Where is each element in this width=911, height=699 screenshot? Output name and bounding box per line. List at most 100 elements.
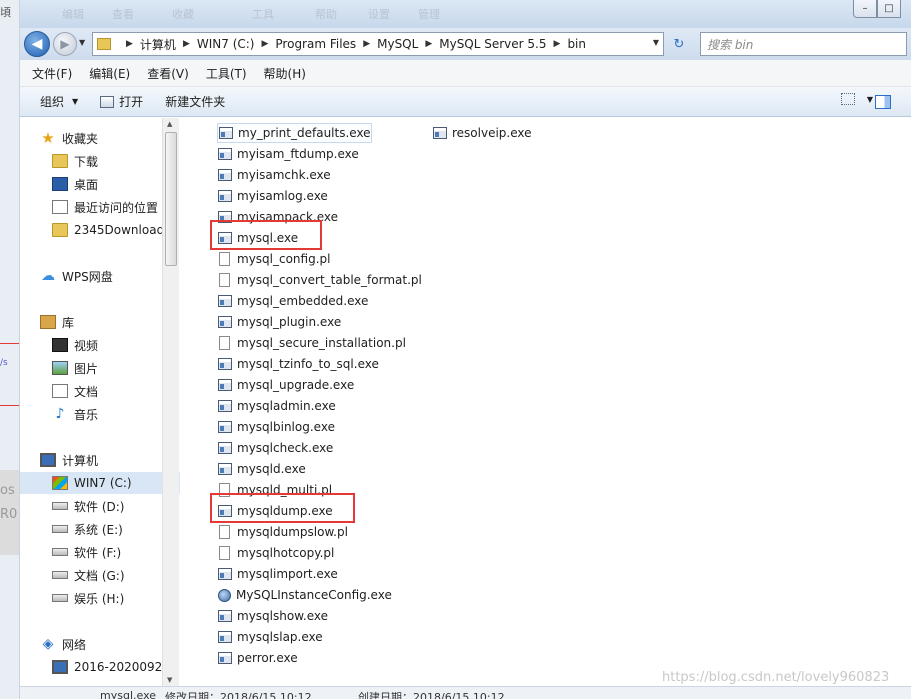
- scroll-up-icon[interactable]: ▲: [167, 120, 172, 128]
- breadcrumb-bin[interactable]: bin: [567, 37, 586, 51]
- minimize-button[interactable]: –: [853, 0, 877, 18]
- history-dropdown-icon[interactable]: ▼: [79, 38, 85, 47]
- nav-label: 桌面: [74, 177, 99, 192]
- nav-item-drive-g[interactable]: 文档 (G:): [20, 564, 180, 586]
- breadcrumb-mysql[interactable]: MySQL: [377, 37, 418, 51]
- nav-item-pictures[interactable]: 图片: [20, 357, 180, 379]
- application-icon: [433, 127, 447, 139]
- nav-item-music[interactable]: ♪ 音乐: [20, 403, 180, 425]
- file-item[interactable]: mysqlimport.exe: [217, 564, 338, 584]
- nav-label: WIN7 (C:): [74, 476, 132, 490]
- preview-pane-icon[interactable]: [875, 95, 891, 109]
- nav-item-documents[interactable]: 文档: [20, 380, 180, 402]
- nav-item-desktop[interactable]: 桌面: [20, 173, 180, 195]
- file-item[interactable]: mysqlhotcopy.pl: [217, 543, 334, 563]
- breadcrumb-separator-icon[interactable]: ▶: [363, 39, 370, 49]
- change-view-button[interactable]: ▼: [840, 93, 873, 105]
- menu-tools[interactable]: 工具(T): [206, 65, 247, 82]
- nav-item-2345downloads[interactable]: 2345Downloads: [20, 219, 180, 241]
- nav-item-drive-h[interactable]: 娱乐 (H:): [20, 587, 180, 609]
- menu-help[interactable]: 帮助(H): [264, 65, 306, 82]
- open-button[interactable]: 打开: [100, 93, 143, 110]
- new-folder-button[interactable]: 新建文件夹: [165, 93, 225, 110]
- breadcrumb-separator-icon[interactable]: ▶: [261, 39, 268, 49]
- file-item[interactable]: myisamchk.exe: [217, 165, 331, 185]
- maximize-button[interactable]: □: [877, 0, 901, 18]
- nav-item-network-pc[interactable]: 2016-20200924: [20, 656, 180, 678]
- search-input[interactable]: 搜索 bin: [700, 32, 907, 56]
- file-name: mysqlslap.exe: [237, 630, 323, 644]
- file-list: my_print_defaults.exe myisam_ftdump.exemy…: [180, 118, 911, 686]
- breadcrumb-program-files[interactable]: Program Files: [275, 37, 356, 51]
- nav-item-recent[interactable]: 最近访问的位置: [20, 196, 180, 218]
- file-item[interactable]: perror.exe: [217, 648, 298, 668]
- windows-drive-icon: [52, 476, 68, 490]
- recent-places-icon: [52, 200, 68, 214]
- organize-button[interactable]: 组织 ▼: [40, 93, 78, 110]
- nav-network[interactable]: ◈ 网络: [20, 633, 180, 655]
- file-item[interactable]: mysql_config.pl: [217, 249, 330, 269]
- breadcrumb-separator-icon[interactable]: ▶: [554, 39, 561, 49]
- file-item[interactable]: myisamlog.exe: [217, 186, 328, 206]
- file-item[interactable]: mysql_embedded.exe: [217, 291, 368, 311]
- file-item[interactable]: mysqlshow.exe: [217, 606, 328, 626]
- file-item[interactable]: mysqldumpslow.pl: [217, 522, 348, 542]
- file-item[interactable]: MySQLInstanceConfig.exe: [217, 585, 392, 605]
- file-item[interactable]: mysql_secure_installation.pl: [217, 333, 406, 353]
- file-item[interactable]: my_print_defaults.exe: [217, 123, 372, 143]
- nav-scrollbar[interactable]: ▲ ▼: [162, 118, 179, 686]
- nav-libraries[interactable]: 库: [20, 311, 180, 333]
- file-item[interactable]: mysql_upgrade.exe: [217, 375, 354, 395]
- file-name: mysqldumpslow.pl: [237, 525, 348, 539]
- application-icon: [218, 295, 232, 307]
- forward-button[interactable]: ▶: [53, 32, 77, 56]
- nav-label: 娱乐 (H:): [74, 591, 125, 606]
- nav-computer[interactable]: 计算机: [20, 449, 180, 471]
- scrollbar-thumb[interactable]: [165, 132, 177, 266]
- scroll-down-icon[interactable]: ▼: [167, 676, 172, 684]
- script-file-icon: [219, 546, 230, 560]
- file-name: MySQLInstanceConfig.exe: [236, 588, 392, 602]
- file-item[interactable]: mysql_tzinfo_to_sql.exe: [217, 354, 379, 374]
- breadcrumb-separator-icon[interactable]: ▶: [183, 39, 190, 49]
- titlebar-ghost-label: 工具: [252, 8, 274, 21]
- music-icon: ♪: [55, 406, 65, 422]
- nav-item-drive-f[interactable]: 软件 (F:): [20, 541, 180, 563]
- file-item[interactable]: myisam_ftdump.exe: [217, 144, 359, 164]
- nav-label: 软件 (D:): [74, 499, 125, 514]
- nav-wps[interactable]: ☁ WPS网盘: [20, 265, 180, 287]
- menu-edit[interactable]: 编辑(E): [89, 65, 130, 82]
- file-name: mysql_convert_table_format.pl: [237, 273, 422, 287]
- menu-file[interactable]: 文件(F): [32, 65, 72, 82]
- nav-label: 计算机: [62, 453, 99, 468]
- file-item[interactable]: mysqlslap.exe: [217, 627, 323, 647]
- nav-item-drive-c[interactable]: WIN7 (C:): [20, 472, 180, 494]
- back-button[interactable]: ◀: [24, 31, 50, 57]
- breadcrumb-separator-icon[interactable]: ▶: [126, 39, 133, 49]
- file-item[interactable]: resolveip.exe: [432, 123, 532, 143]
- nav-item-drive-e[interactable]: 系统 (E:): [20, 518, 180, 540]
- nav-item-drive-d[interactable]: 软件 (D:): [20, 495, 180, 517]
- file-item[interactable]: mysqlbinlog.exe: [217, 417, 335, 437]
- breadcrumb-drive[interactable]: WIN7 (C:): [197, 37, 255, 51]
- breadcrumb-separator-icon[interactable]: ▶: [425, 39, 432, 49]
- refresh-button[interactable]: ↻: [668, 33, 690, 55]
- menu-view[interactable]: 查看(V): [147, 65, 189, 82]
- file-name: myisamchk.exe: [237, 168, 331, 182]
- file-item[interactable]: mysqlcheck.exe: [217, 438, 333, 458]
- nav-item-downloads[interactable]: 下载: [20, 150, 180, 172]
- breadcrumb-mysql-server[interactable]: MySQL Server 5.5: [439, 37, 546, 51]
- drive-icon: [52, 525, 68, 533]
- nav-label: 系统 (E:): [74, 522, 123, 537]
- address-dropdown-icon[interactable]: ▼: [653, 38, 659, 47]
- file-item[interactable]: mysql_plugin.exe: [217, 312, 341, 332]
- breadcrumb-computer[interactable]: 计算机: [140, 36, 176, 53]
- script-file-icon: [219, 252, 230, 266]
- address-bar[interactable]: ▶ 计算机 ▶ WIN7 (C:) ▶ Program Files ▶ MySQ…: [92, 32, 664, 56]
- file-item[interactable]: mysqladmin.exe: [217, 396, 336, 416]
- file-item[interactable]: mysqld.exe: [217, 459, 306, 479]
- file-name: myisam_ftdump.exe: [237, 147, 359, 161]
- file-item[interactable]: mysql_convert_table_format.pl: [217, 270, 422, 290]
- nav-favorites[interactable]: ★ 收藏夹: [20, 127, 180, 149]
- nav-item-videos[interactable]: 视频: [20, 334, 180, 356]
